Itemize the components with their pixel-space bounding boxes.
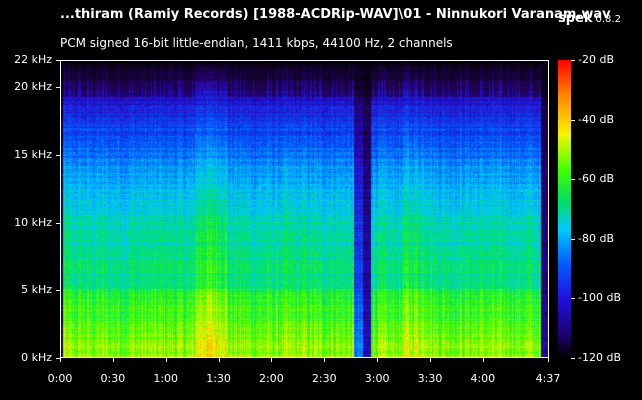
time-tick-label: 0:30 [100,372,126,385]
db-tick [571,298,575,300]
time-tick-label: 4:37 [535,372,561,385]
time-tick-label: 1:00 [153,372,179,385]
frequency-tick-label: 10 kHz [14,215,52,229]
time-tick [112,358,114,362]
time-tick-label: 0:00 [47,372,73,385]
frequency-tick-label: 0 kHz [21,351,52,364]
frequency-tick [56,222,60,224]
time-tick [271,358,273,362]
frequency-tick-label: 15 kHz [14,147,52,161]
time-tick-label: 4:00 [470,372,496,385]
stream-info: PCM signed 16-bit little-endian, 1411 kb… [60,36,453,50]
db-tick-label: -80 dB [578,231,614,245]
spectrogram-plot [60,60,549,358]
db-tick-label: -40 dB [578,112,614,126]
time-tick [377,358,379,362]
time-tick-label: 3:30 [417,372,443,385]
color-scale-bar [558,60,571,358]
db-tick [571,179,575,181]
frequency-tick [56,290,60,292]
db-tick-label: -60 dB [578,172,614,186]
db-tick-label: -120 dB [578,351,621,364]
time-tick [218,358,220,362]
db-tick-label: -100 dB [578,291,621,305]
time-tick-label: 3:00 [364,372,390,385]
db-tick [571,358,575,359]
time-tick [429,358,431,362]
time-tick-label: 1:30 [206,372,231,385]
db-tick [571,238,575,240]
frequency-tick-label: 20 kHz [14,80,52,94]
spectrogram-canvas [61,61,548,357]
time-tick [482,358,484,362]
time-tick [60,358,61,362]
db-tick [571,60,575,61]
file-title: ...thiram (Ramiy Records) [1988-ACDRip-W… [60,7,611,22]
db-tick-label: -20 dB [578,53,614,66]
time-tick-label: 2:30 [311,372,337,385]
db-tick [571,119,575,121]
frequency-tick [56,60,60,61]
app-branding: spek 0.8.2 [558,7,621,26]
app-name: spek [558,11,593,26]
time-tick [165,358,167,362]
frequency-tick [56,87,60,89]
time-tick-label: 2:00 [259,372,284,385]
frequency-tick-label: 22 kHz [14,53,52,66]
app-version: 0.8.2 [595,14,621,25]
time-tick [548,358,549,362]
time-tick [324,358,326,362]
frequency-tick-label: 5 kHz [21,283,52,297]
frequency-tick [56,154,60,156]
